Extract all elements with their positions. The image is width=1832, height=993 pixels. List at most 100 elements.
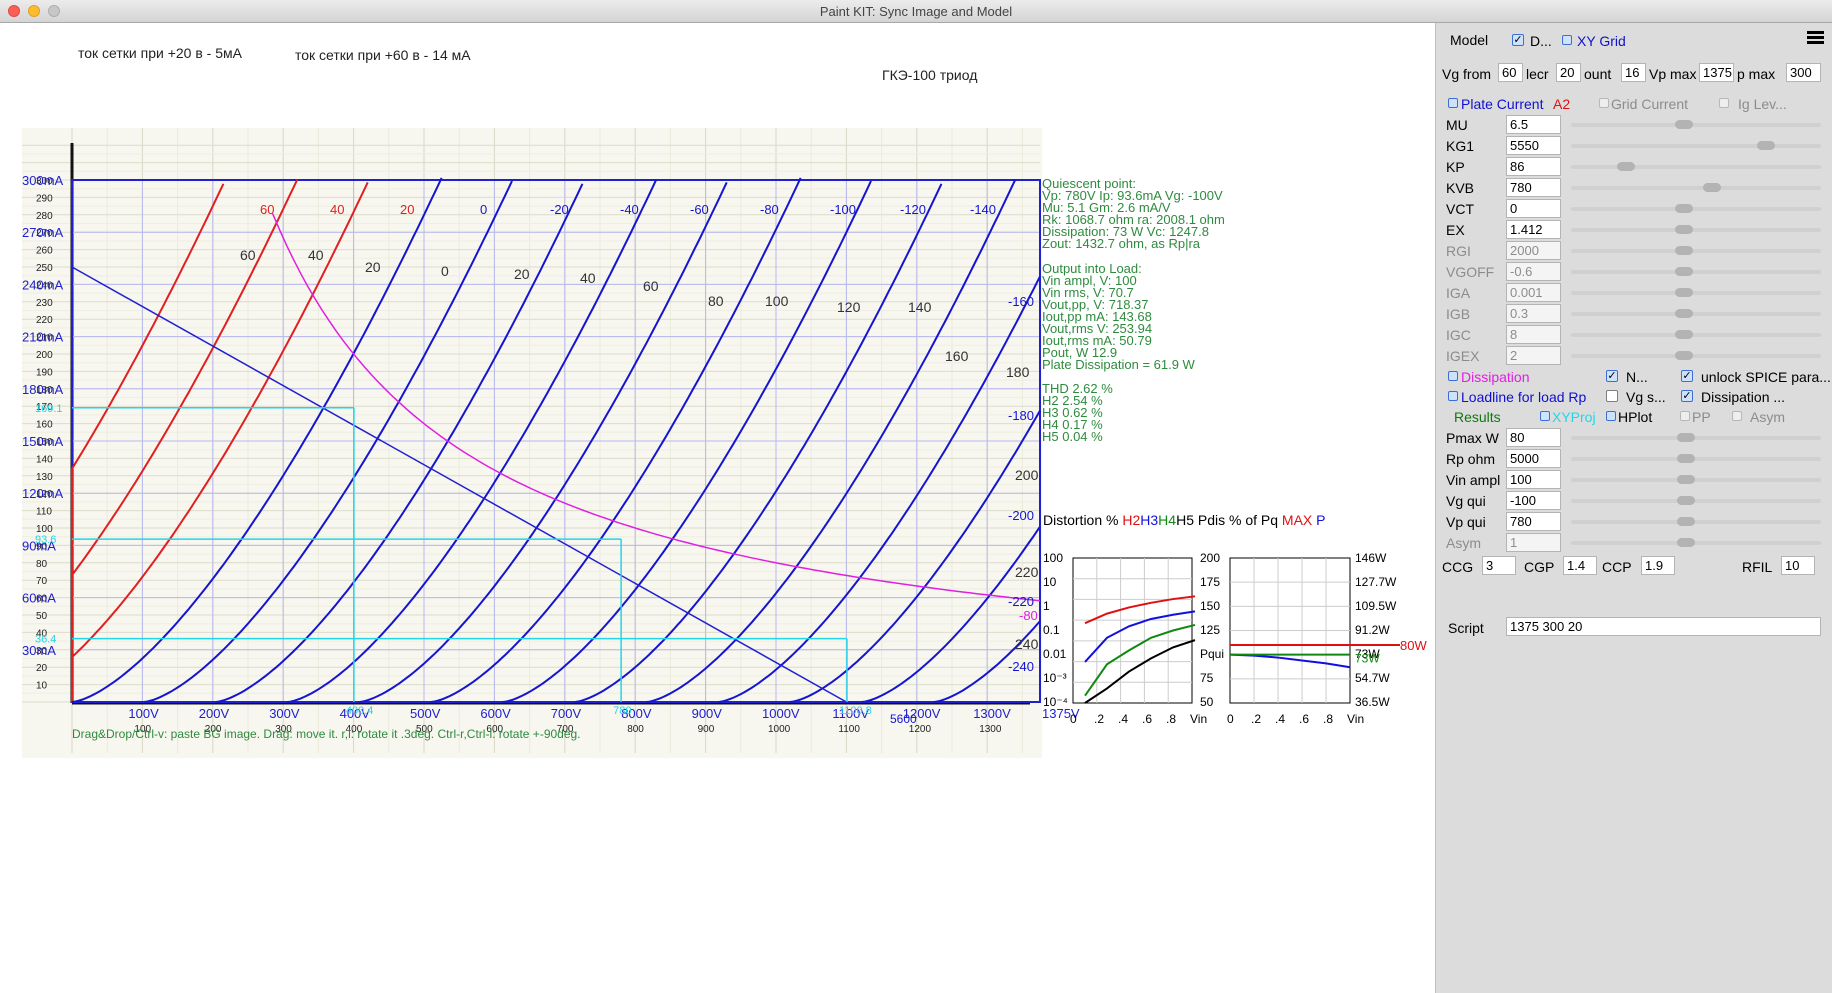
slider-knob[interactable]	[1675, 225, 1694, 234]
param-slider-rp-ohm[interactable]	[1571, 454, 1821, 463]
param-input-vin-ampl[interactable]: 100	[1506, 470, 1561, 489]
param-input-iga[interactable]: 0.001	[1506, 283, 1561, 302]
bg-curve-label: 100	[765, 293, 789, 309]
param-slider-vgoff[interactable]	[1571, 267, 1821, 276]
slider-knob[interactable]	[1675, 351, 1694, 360]
param-label-rgi: RGI	[1446, 243, 1471, 259]
param-input-igex[interactable]: 2	[1506, 346, 1561, 365]
param-label-vg-qui: Vg qui	[1446, 493, 1486, 509]
slider-knob[interactable]	[1677, 475, 1695, 484]
slider-knob[interactable]	[1756, 141, 1775, 150]
loadline-label: Loadline for load Rp	[1461, 389, 1587, 405]
legend-max: MAX	[1281, 512, 1313, 528]
param-slider-ex[interactable]	[1571, 225, 1821, 234]
slider-knob[interactable]	[1675, 330, 1694, 339]
bg-curve-label: 20	[365, 259, 381, 275]
param-input-pmax-w[interactable]: 80	[1506, 428, 1561, 447]
x-axis-label: 1000V	[762, 706, 800, 721]
slider-knob[interactable]	[1703, 183, 1722, 192]
rfil-input[interactable]: 10	[1781, 556, 1815, 575]
param-slider-vp-qui[interactable]	[1571, 517, 1821, 526]
param-slider-vin-ampl[interactable]	[1571, 475, 1821, 484]
dissipation-checkbox[interactable]	[1448, 371, 1458, 381]
slider-knob[interactable]	[1677, 433, 1695, 442]
param-slider-vg-qui[interactable]	[1571, 496, 1821, 505]
y-axis-label: 120mA	[22, 486, 64, 501]
hplot-checkbox[interactable]	[1606, 411, 1616, 421]
curve-label-blue: -120	[900, 202, 926, 217]
param-input-mu[interactable]: 6.5	[1506, 115, 1561, 134]
x-axis-label: 100V	[128, 706, 159, 721]
legend-h5: H5	[1176, 512, 1194, 528]
slider-knob[interactable]	[1677, 454, 1695, 463]
asym-checkbox[interactable]	[1732, 411, 1742, 421]
param-input-ex[interactable]: 1.412	[1506, 220, 1561, 239]
param-slider-igc[interactable]	[1571, 330, 1821, 339]
lecr-label: lecr	[1526, 66, 1549, 82]
y-axis-label: 270mA	[22, 225, 64, 240]
p-max-input[interactable]: 300	[1786, 63, 1821, 82]
param-slider-igex[interactable]	[1571, 351, 1821, 360]
n-checkbox[interactable]: ✓	[1606, 370, 1618, 382]
lecr-input[interactable]: 20	[1556, 63, 1581, 82]
param-input-asym[interactable]: 1	[1506, 533, 1561, 552]
slider-knob[interactable]	[1677, 538, 1695, 547]
param-input-vct[interactable]: 0	[1506, 199, 1561, 218]
param-input-kp[interactable]: 86	[1506, 157, 1561, 176]
param-slider-kvb[interactable]	[1571, 183, 1821, 192]
plate-current-checkbox[interactable]	[1448, 98, 1458, 108]
slider-knob[interactable]	[1617, 162, 1636, 171]
slider-knob[interactable]	[1675, 246, 1694, 255]
param-slider-mu[interactable]	[1571, 120, 1821, 129]
slider-knob[interactable]	[1675, 309, 1694, 318]
d-checkbox[interactable]: ✓	[1512, 34, 1524, 46]
param-input-vp-qui[interactable]: 780	[1506, 512, 1561, 531]
vp-max-input[interactable]: 1375	[1699, 63, 1734, 82]
script-input[interactable]: 1375 300 20	[1506, 617, 1821, 636]
plate-characteristics-plot[interactable]: 3002902802702602502402302202102001901801…	[0, 23, 1435, 993]
cgp-input[interactable]: 1.4	[1563, 556, 1597, 575]
param-slider-kp[interactable]	[1571, 162, 1821, 171]
xy-grid-checkbox[interactable]	[1562, 35, 1572, 45]
param-input-rgi[interactable]: 2000	[1506, 241, 1561, 260]
param-input-igb[interactable]: 0.3	[1506, 304, 1561, 323]
vg-s-checkbox[interactable]	[1606, 390, 1618, 402]
param-slider-vct[interactable]	[1571, 204, 1821, 213]
param-slider-asym[interactable]	[1571, 538, 1821, 547]
bg-curve-label: 160	[945, 348, 969, 364]
bg-y-tick: 230	[36, 298, 53, 309]
marker-x-label: 1100.8	[839, 705, 872, 717]
param-slider-iga[interactable]	[1571, 288, 1821, 297]
slider-knob[interactable]	[1675, 267, 1694, 276]
count-input[interactable]: 16	[1621, 63, 1646, 82]
slider-knob[interactable]	[1675, 288, 1694, 297]
param-input-rp-ohm[interactable]: 5000	[1506, 449, 1561, 468]
vg-from-input[interactable]: 60	[1498, 63, 1523, 82]
menu-icon[interactable]	[1807, 31, 1824, 46]
ig-lev-checkbox[interactable]	[1719, 98, 1729, 108]
pp-checkbox[interactable]	[1680, 411, 1690, 421]
slider-knob[interactable]	[1677, 496, 1695, 505]
ccg-input[interactable]: 3	[1482, 556, 1516, 575]
param-input-kvb[interactable]: 780	[1506, 178, 1561, 197]
param-input-vg-qui[interactable]: -100	[1506, 491, 1561, 510]
plot-canvas[interactable]: 300 290 280 270 260 250 240 230 220 210 200 190 180 1…	[0, 23, 1435, 993]
param-input-vgoff[interactable]: -0.6	[1506, 262, 1561, 281]
param-slider-kg1[interactable]	[1571, 141, 1821, 150]
param-input-igc[interactable]: 8	[1506, 325, 1561, 344]
param-slider-igb[interactable]	[1571, 309, 1821, 318]
slider-knob[interactable]	[1675, 120, 1694, 129]
xyproj-checkbox[interactable]	[1540, 411, 1550, 421]
slider-knob[interactable]	[1677, 517, 1695, 526]
ccp-input[interactable]: 1.9	[1641, 556, 1675, 575]
dissipation2-checkbox[interactable]: ✓	[1681, 390, 1693, 402]
bg-y-tick: 160	[36, 420, 53, 431]
bg-x-tick: 1300	[979, 724, 1002, 735]
param-input-kg1[interactable]: 5550	[1506, 136, 1561, 155]
grid-current-checkbox[interactable]	[1599, 98, 1609, 108]
slider-knob[interactable]	[1675, 204, 1694, 213]
param-slider-pmax-w[interactable]	[1571, 433, 1821, 442]
param-slider-rgi[interactable]	[1571, 246, 1821, 255]
unlock-spice-checkbox[interactable]: ✓	[1681, 370, 1693, 382]
loadline-checkbox[interactable]	[1448, 391, 1458, 401]
